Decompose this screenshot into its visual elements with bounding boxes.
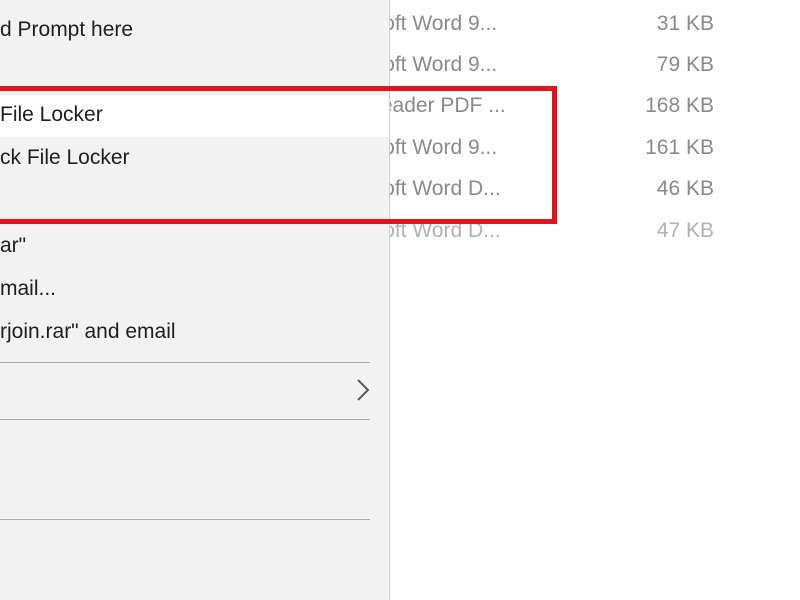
screenshot-stage: rosoft Word 9... 31 KB rosoft Word 9... … <box>0 0 800 600</box>
menu-item-submenu[interactable] <box>0 368 389 410</box>
file-size: 168 KB <box>645 94 714 117</box>
file-size: 31 KB <box>656 12 714 35</box>
menu-separator <box>0 519 370 520</box>
file-size: 161 KB <box>645 136 714 159</box>
menu-item-label: mail... <box>0 277 57 300</box>
menu-item-label: ar" <box>0 234 27 257</box>
menu-item-label: ck File Locker <box>0 146 130 169</box>
menu-item-compress-rar-and-email[interactable]: rjoin.rar" and email <box>0 312 389 354</box>
menu-item-unlock-file-locker[interactable]: ck File Locker <box>0 138 389 180</box>
file-size: 47 KB <box>656 219 714 242</box>
menu-item-compress-and-email[interactable]: mail... <box>0 269 389 311</box>
context-menu: d Prompt here File Locker ck File Locker… <box>0 0 390 600</box>
menu-item-command-prompt[interactable]: d Prompt here <box>0 10 389 52</box>
menu-separator <box>0 362 370 363</box>
file-size: 46 KB <box>656 177 714 200</box>
menu-item-label: rjoin.rar" and email <box>0 320 176 343</box>
menu-separator <box>0 419 370 420</box>
menu-item-add-to-rar[interactable]: ar" <box>0 226 389 268</box>
menu-item-file-locker[interactable]: File Locker <box>0 95 389 137</box>
menu-item-label: d Prompt here <box>0 18 134 41</box>
file-size: 79 KB <box>656 53 714 76</box>
chevron-right-icon <box>357 379 370 401</box>
menu-item-label: File Locker <box>0 103 103 126</box>
